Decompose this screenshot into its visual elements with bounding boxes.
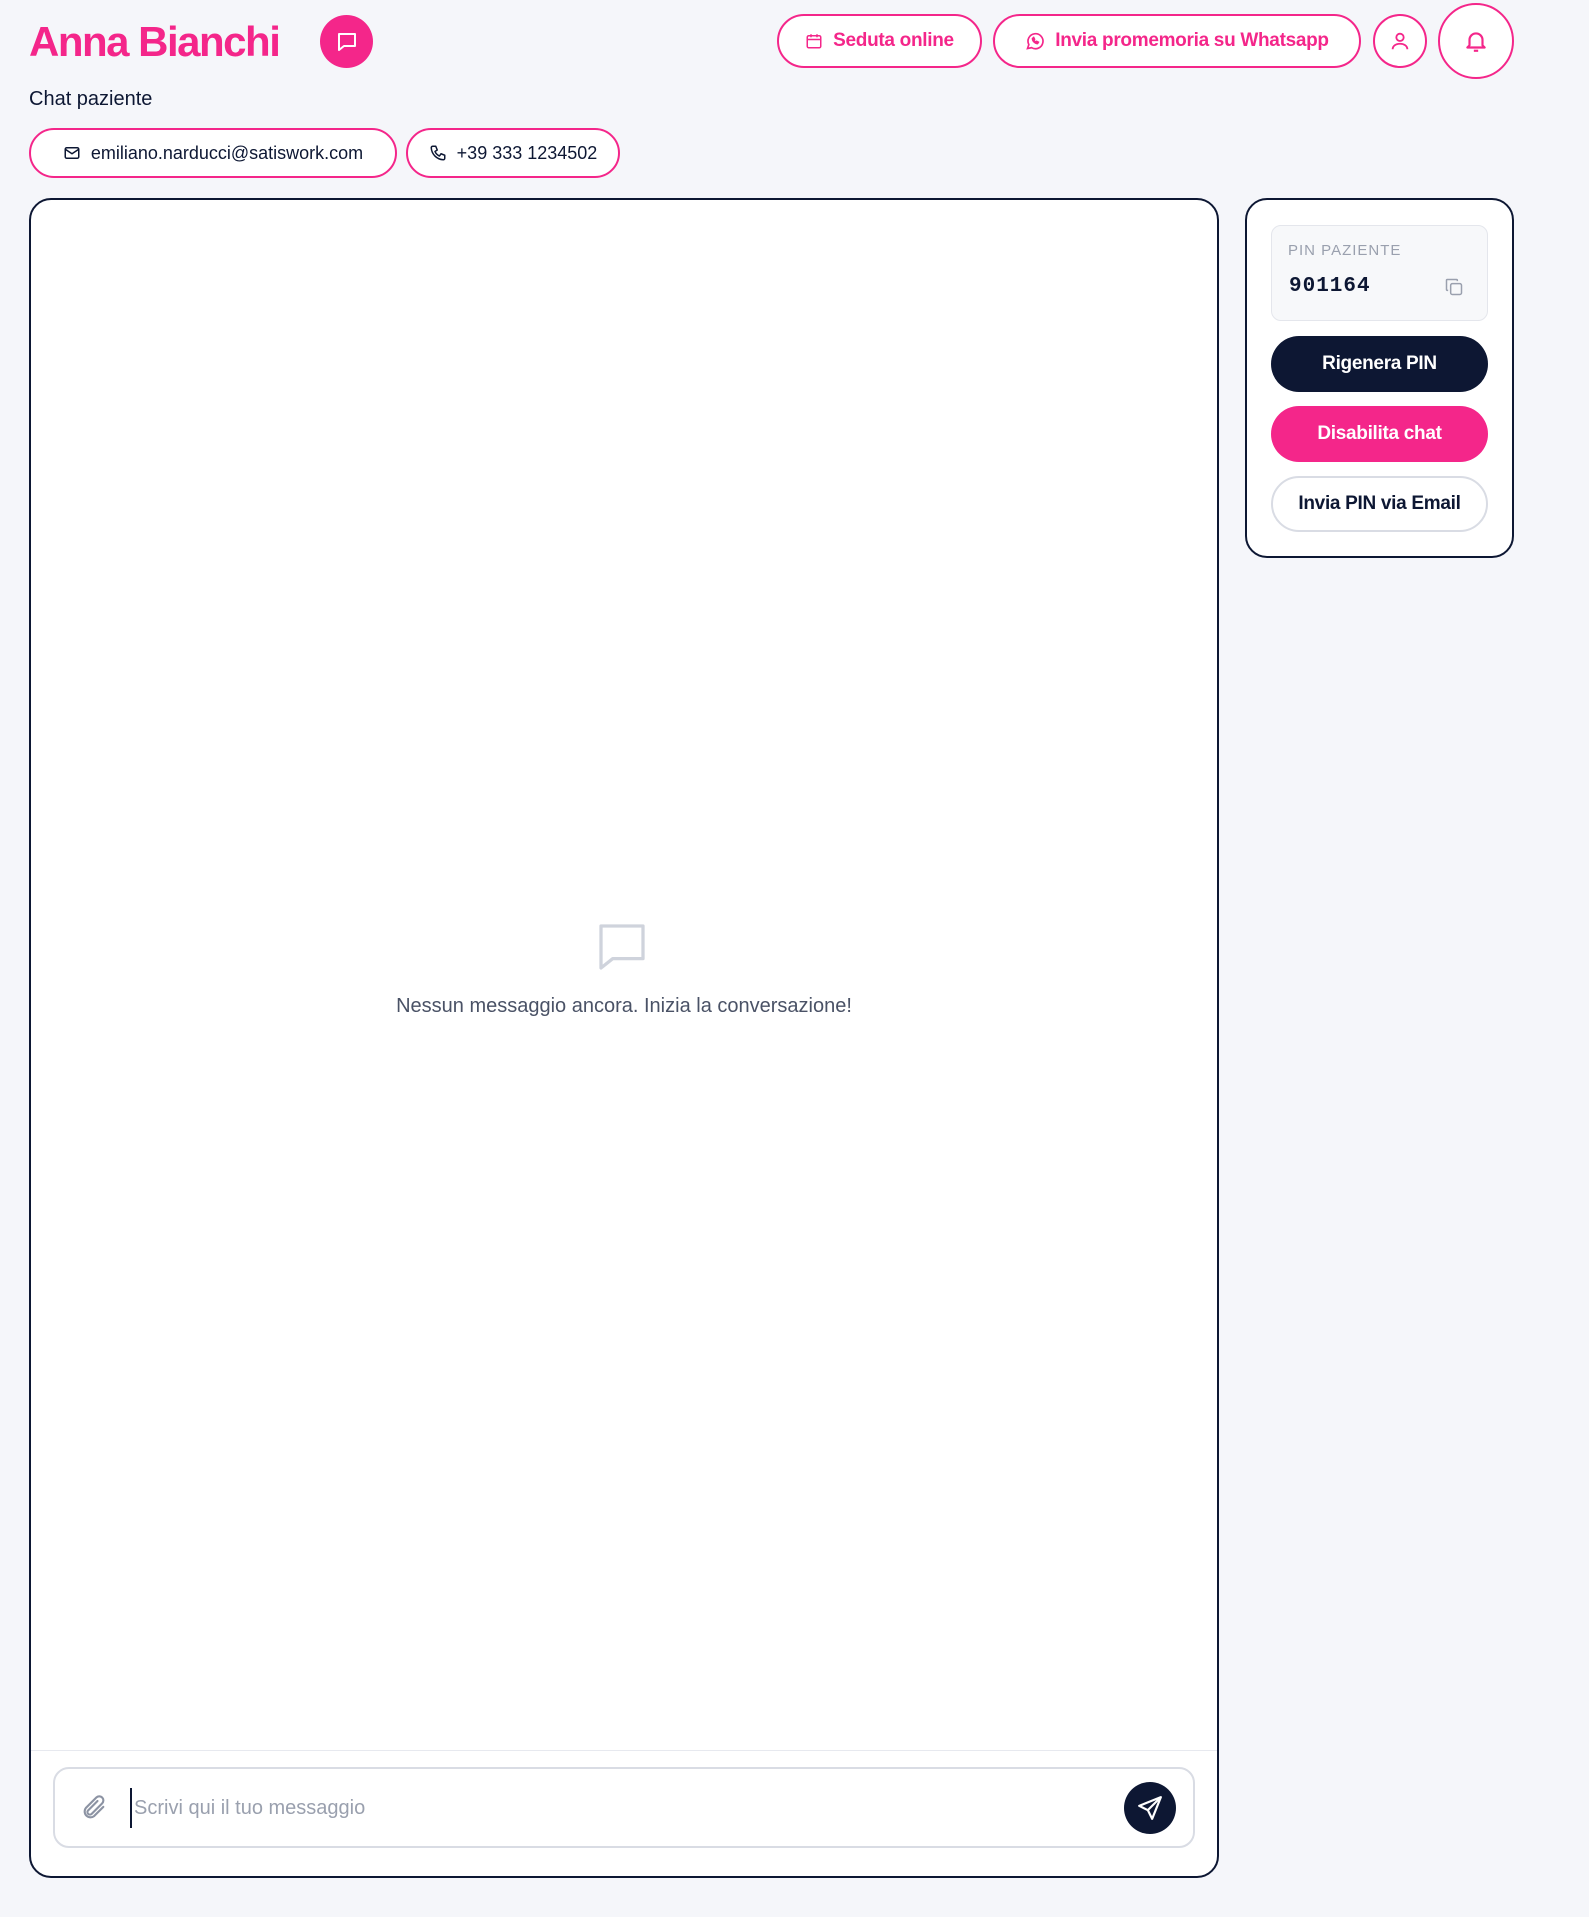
message-square-icon	[599, 924, 645, 970]
page-title: Anna Bianchi	[29, 18, 281, 65]
notifications-button[interactable]	[1438, 3, 1514, 79]
chat-badge[interactable]	[320, 15, 373, 68]
attach-button[interactable]	[80, 1794, 108, 1827]
page-subtitle: Chat paziente	[29, 88, 153, 110]
phone-contact[interactable]: +39 333 1234502	[406, 128, 620, 178]
email-text: emiliano.narducci@satiswork.com	[90, 142, 364, 163]
phone-icon	[430, 145, 446, 161]
pin-value: 901164	[1289, 275, 1371, 298]
paperclip-icon	[83, 1795, 105, 1819]
bell-icon	[1466, 32, 1486, 52]
seduta-online-button[interactable]: Seduta online	[777, 14, 982, 68]
rigenera-pin-button[interactable]: Rigenera PIN	[1271, 336, 1488, 392]
message-input[interactable]	[130, 1788, 1090, 1828]
disabilita-chat-button[interactable]: Disabilita chat	[1271, 406, 1488, 462]
whatsapp-reminder-label: Invia promemoria su Whatsapp	[1055, 30, 1329, 51]
empty-chat-illustration	[594, 918, 650, 981]
send-button[interactable]	[1124, 1782, 1176, 1834]
calendar-icon	[806, 34, 822, 49]
whatsapp-icon	[1026, 32, 1045, 50]
whatsapp-reminder-button[interactable]: Invia promemoria su Whatsapp	[993, 14, 1361, 68]
phone-text: +39 333 1234502	[456, 142, 598, 163]
copy-pin-button[interactable]	[1444, 277, 1464, 302]
pin-box	[1271, 225, 1488, 321]
mail-icon	[64, 147, 80, 159]
user-button[interactable]	[1373, 14, 1427, 68]
email-contact[interactable]: emiliano.narducci@satiswork.com	[29, 128, 397, 178]
empty-chat-message: Nessun messaggio ancora. Inizia la conve…	[396, 995, 852, 1017]
user-icon	[1391, 32, 1409, 50]
seduta-online-label: Seduta online	[833, 30, 954, 51]
pin-label: PIN PAZIENTE	[1288, 242, 1402, 259]
chat-icon	[337, 32, 356, 51]
copy-icon	[1445, 278, 1463, 296]
invia-pin-email-button[interactable]: Invia PIN via Email	[1271, 476, 1488, 532]
chat-panel	[29, 198, 1219, 1878]
input-divider	[31, 1750, 1217, 1751]
send-icon	[1138, 1796, 1162, 1820]
